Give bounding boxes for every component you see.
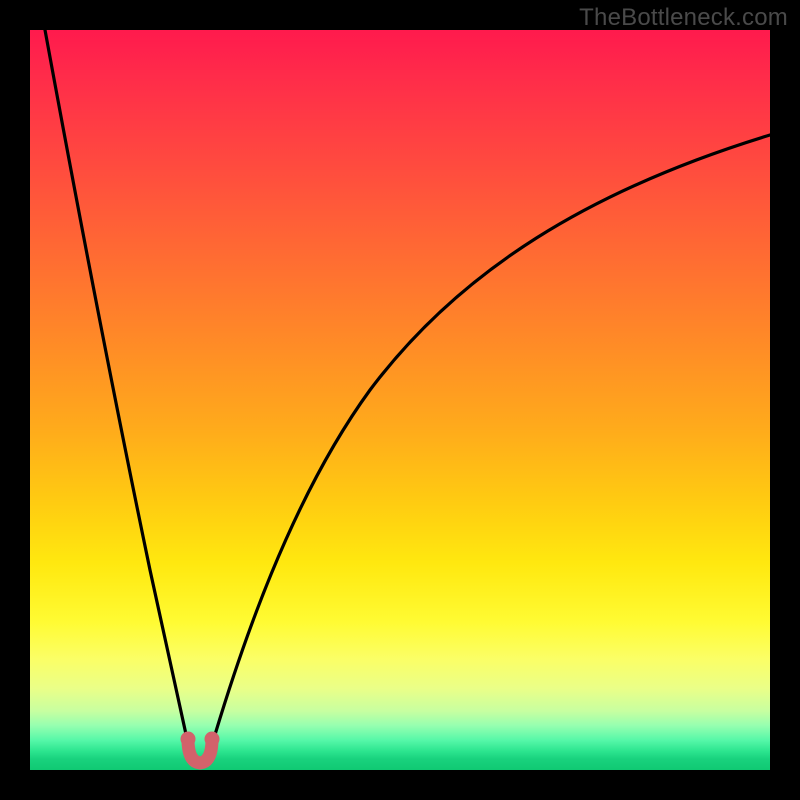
plot-area — [30, 30, 770, 770]
chart-frame: TheBottleneck.com — [0, 0, 800, 800]
chart-svg — [30, 30, 770, 770]
valley-marker-dots — [181, 732, 220, 747]
watermark-text: TheBottleneck.com — [579, 4, 788, 32]
valley-dot-right — [205, 732, 220, 747]
valley-dot-left — [181, 732, 196, 747]
curve-left-branch — [45, 30, 189, 748]
curve-right-branch — [211, 135, 770, 748]
